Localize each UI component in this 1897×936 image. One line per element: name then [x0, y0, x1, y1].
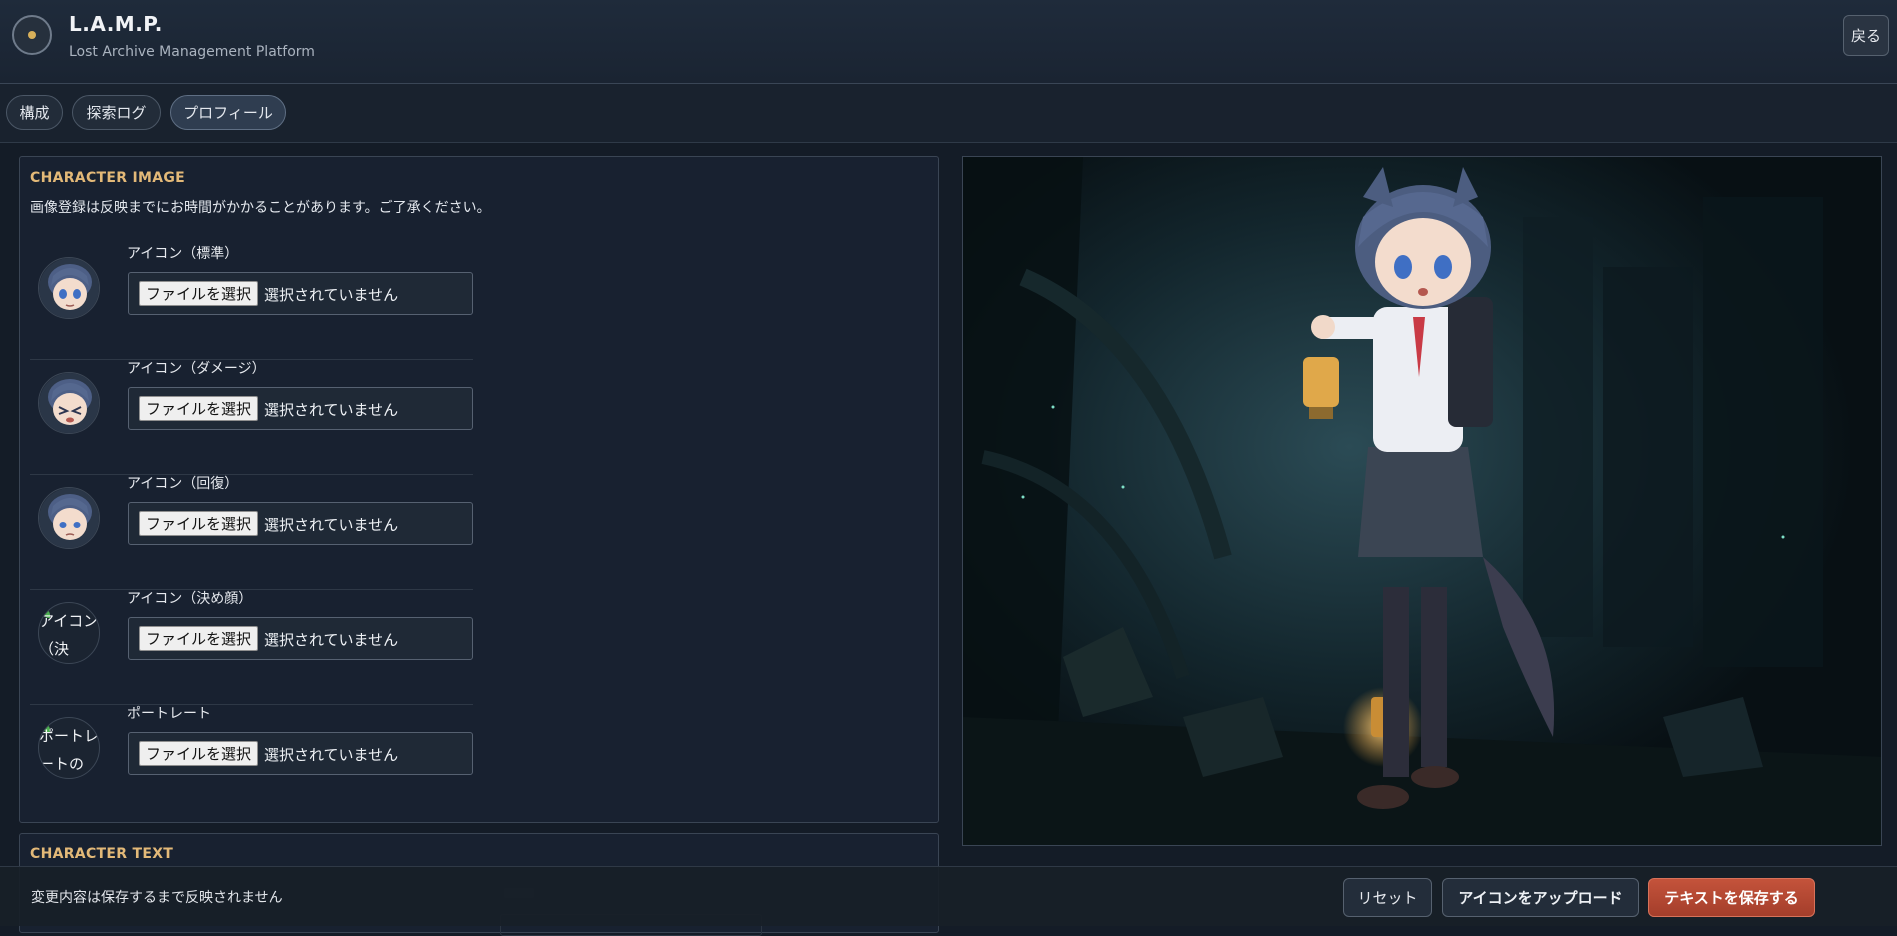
character-image-panel: CHARACTER IMAGE 画像登録は反映までにお時間がかかることがあります…: [19, 156, 939, 823]
tab-bar: 構成 探索ログ プロフィール: [0, 84, 1897, 143]
app-subtitle: Lost Archive Management Platform: [69, 44, 315, 60]
app-title: L.A.M.P.: [69, 12, 163, 36]
icon-row-standard: アイコン（標準） ファイルを選択 選択されていません: [30, 245, 473, 360]
app-header: L.A.M.P. Lost Archive Management Platfor…: [0, 0, 1897, 84]
image-registration-notice: 画像登録は反映までにお時間がかかることがあります。ご了承ください。: [30, 200, 491, 216]
character-text-title: CHARACTER TEXT: [30, 846, 174, 862]
choose-file-button[interactable]: ファイルを選択: [139, 741, 258, 766]
icon-standard-avatar: [38, 257, 100, 319]
upload-icons-button[interactable]: アイコンをアップロード: [1442, 878, 1639, 917]
file-status: 選択されていません: [264, 631, 399, 649]
icon-damage-label: アイコン（ダメージ）: [127, 361, 266, 377]
icon-recover-file-input[interactable]: ファイルを選択 選択されていません: [128, 502, 473, 545]
tab-exploration-log[interactable]: 探索ログ: [72, 95, 161, 130]
icon-recover-label: アイコン（回復）: [127, 476, 239, 492]
file-status: 選択されていません: [264, 516, 399, 534]
portrait-broken-image: ポートレートの: [38, 717, 100, 779]
tab-profile[interactable]: プロフィール: [170, 95, 286, 130]
file-status: 選択されていません: [264, 401, 399, 419]
icon-pose-broken-image: アイコン（決: [38, 602, 100, 664]
choose-file-button[interactable]: ファイルを選択: [139, 626, 258, 651]
character-image-title: CHARACTER IMAGE: [30, 170, 186, 186]
file-status: 選択されていません: [264, 286, 399, 304]
action-bar: 変更内容は保存するまで反映されません リセット アイコンをアップロード テキスト…: [0, 866, 1897, 926]
choose-file-button[interactable]: ファイルを選択: [139, 511, 258, 536]
choose-file-button[interactable]: ファイルを選択: [139, 396, 258, 421]
back-button[interactable]: 戻る: [1843, 15, 1889, 56]
save-text-button[interactable]: テキストを保存する: [1648, 878, 1815, 917]
icon-row-pose: アイコン（決 アイコン（決め顔） ファイルを選択 選択されていません: [30, 590, 473, 705]
tab-composition[interactable]: 構成: [6, 95, 63, 130]
unsaved-changes-notice: 変更内容は保存するまで反映されません: [31, 890, 283, 906]
broken-image-alt-text: アイコン（決: [39, 612, 99, 658]
file-status: 選択されていません: [264, 746, 399, 764]
icon-row-recover: アイコン（回復） ファイルを選択 選択されていません: [30, 475, 473, 590]
reset-button[interactable]: リセット: [1343, 878, 1432, 917]
portrait-file-input[interactable]: ファイルを選択 選択されていません: [128, 732, 473, 775]
icon-pose-file-input[interactable]: ファイルを選択 選択されていません: [128, 617, 473, 660]
icon-damage-file-input[interactable]: ファイルを選択 選択されていません: [128, 387, 473, 430]
icon-row-damage: アイコン（ダメージ） ファイルを選択 選択されていません: [30, 360, 473, 475]
lamp-logo-icon: [12, 15, 52, 55]
character-portrait-preview: [962, 156, 1882, 846]
broken-image-alt-text: ポートレートの: [39, 727, 100, 773]
icon-pose-label: アイコン（決め顔）: [127, 591, 253, 607]
choose-file-button[interactable]: ファイルを選択: [139, 281, 258, 306]
icon-damage-avatar: [38, 372, 100, 434]
icon-recover-avatar: [38, 487, 100, 549]
portrait-label: ポートレート: [127, 706, 211, 722]
icon-standard-label: アイコン（標準）: [127, 246, 239, 262]
portrait-row: ポートレートの ポートレート ファイルを選択 選択されていません: [30, 705, 473, 819]
icon-standard-file-input[interactable]: ファイルを選択 選択されていません: [128, 272, 473, 315]
